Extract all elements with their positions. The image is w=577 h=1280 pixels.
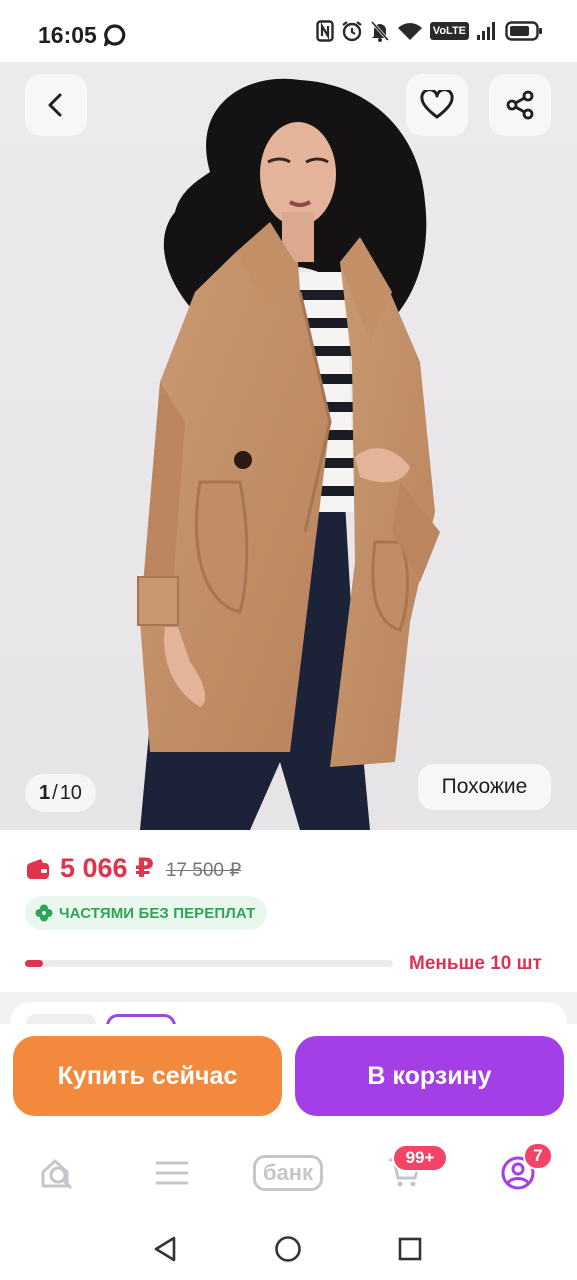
heart-icon <box>420 90 454 119</box>
photo-counter-current: 1 <box>39 781 51 804</box>
clover-icon <box>35 904 53 922</box>
installment-badge[interactable]: ЧАСТЯМИ БЕЗ ПЕРЕПЛАТ <box>25 896 268 930</box>
bottom-navigation: банк <box>0 1132 577 1214</box>
alarm-icon <box>342 21 362 42</box>
stock-label: Меньше 10 шт <box>409 953 542 974</box>
battery-icon <box>505 21 542 41</box>
system-back-icon[interactable] <box>150 1234 180 1264</box>
mute-icon <box>370 21 389 42</box>
nav-bank[interactable]: банк <box>246 1150 330 1196</box>
bank-icon: банк <box>252 1155 324 1191</box>
volte-badge: VoLTE <box>429 22 469 40</box>
share-icon <box>506 90 534 120</box>
product-photo-gallery[interactable]: 1 / 10 Похожие <box>0 62 577 830</box>
old-price: 17 500 ₽ <box>165 860 242 881</box>
nfc-icon <box>316 20 334 42</box>
favorite-button[interactable] <box>406 74 468 136</box>
system-recent-apps-icon[interactable] <box>395 1234 425 1264</box>
nav-home[interactable] <box>34 1150 82 1196</box>
add-to-cart-button[interactable]: В корзину <box>295 1036 564 1116</box>
stock-progress-fill <box>25 960 44 967</box>
photo-counter-total: 10 <box>59 781 82 804</box>
nav-catalog[interactable] <box>148 1150 196 1196</box>
installment-label: ЧАСТЯМИ БЕЗ ПЕРЕПЛАТ <box>59 904 256 922</box>
current-price: 5 066 ₽ <box>60 853 154 883</box>
system-home-icon[interactable] <box>273 1234 303 1264</box>
cart-count-badge: 99+ <box>392 1144 448 1172</box>
status-icons: VoLTE <box>316 20 543 42</box>
price-row: 5 066 ₽ 17 500 ₽ <box>26 853 241 884</box>
action-bar: Купить сейчас В корзину <box>0 1024 577 1132</box>
photo-counter: 1 / 10 <box>25 774 96 812</box>
stock-progress-bar <box>25 960 393 967</box>
share-button[interactable] <box>489 74 551 136</box>
back-arrow-icon <box>48 93 62 117</box>
wifi-icon <box>397 23 422 40</box>
similar-button[interactable]: Похожие <box>418 764 551 810</box>
system-navigation-bar <box>0 1214 577 1280</box>
wallet-icon <box>27 858 49 879</box>
status-time: 16:05 <box>38 22 97 48</box>
catalog-icon <box>155 1161 189 1185</box>
status-bar: 16:05 VoLTE <box>0 0 577 66</box>
back-button[interactable] <box>25 74 87 136</box>
signal-icon <box>477 22 495 40</box>
home-icon <box>41 1159 72 1189</box>
chat-bubble-icon <box>104 24 126 46</box>
profile-notification-badge: 7 <box>523 1142 553 1170</box>
buy-now-button[interactable]: Купить сейчас <box>13 1036 282 1116</box>
photo-counter-separator: / <box>52 781 58 804</box>
product-photo <box>137 78 440 830</box>
